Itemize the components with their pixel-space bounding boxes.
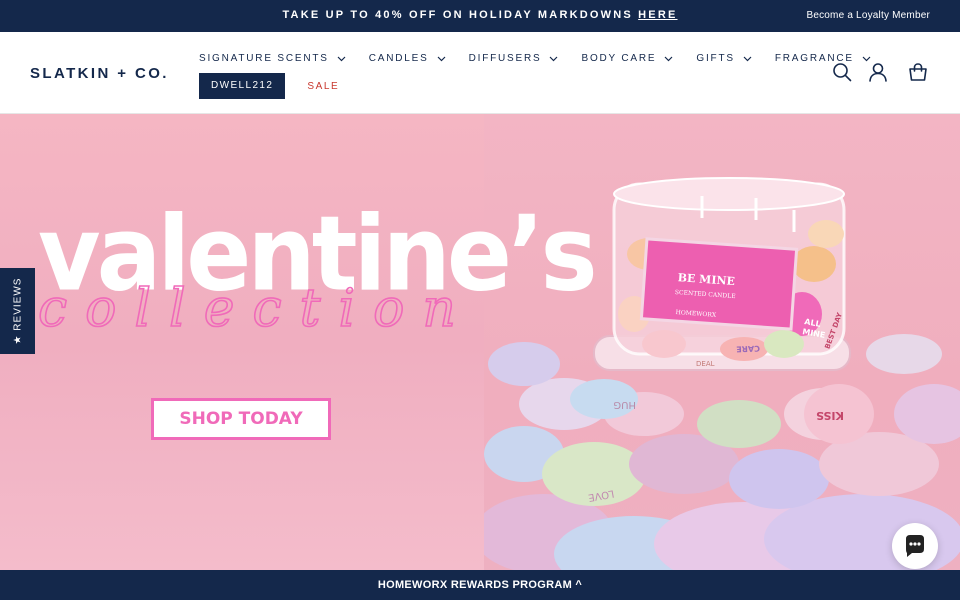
main-nav: SIGNATURE SCENTS CANDLES DIFFUSERS BODY …: [199, 53, 894, 64]
announcement-message: TAKE UP TO 40% OFF ON HOLIDAY MARKDOWNS: [282, 9, 639, 21]
account-icon[interactable]: [868, 62, 888, 82]
hero-script: collection: [37, 278, 474, 340]
chat-bubble-icon: [906, 535, 924, 557]
nav-candles[interactable]: CANDLES: [369, 53, 446, 64]
candle-on-hearts-image: HUG LOVE KISS BE MINE SCENTED CANDLE HOM…: [484, 177, 960, 570]
announcement-bar: TAKE UP TO 40% OFF ON HOLIDAY MARKDOWNS …: [0, 0, 960, 32]
nav-label: GIFTS: [696, 53, 735, 64]
loyalty-link[interactable]: Become a Loyalty Member: [806, 10, 930, 21]
rewards-bar[interactable]: HOMEWORX REWARDS PROGRAM ^: [0, 570, 960, 600]
hero-banner[interactable]: HUG LOVE KISS BE MINE SCENTED CANDLE HOM…: [0, 114, 960, 570]
hero-right-panel: HUG LOVE KISS BE MINE SCENTED CANDLE HOM…: [484, 114, 960, 570]
reviews-tab-label: ★ REVIEWS: [12, 277, 23, 345]
announcement-link[interactable]: HERE: [638, 9, 677, 21]
svg-text:HUG: HUG: [613, 399, 636, 410]
chevron-down-icon: [437, 56, 446, 61]
promo-code-button[interactable]: DWELL212: [199, 73, 286, 99]
nav-diffusers[interactable]: DIFFUSERS: [469, 53, 559, 64]
svg-text:CARE: CARE: [736, 344, 760, 354]
nav-sale[interactable]: SALE: [307, 81, 339, 92]
site-header: SLATKIN + CO. SIGNATURE SCENTS CANDLES D…: [0, 32, 960, 114]
svg-text:DEAL: DEAL: [696, 360, 715, 368]
nav-row-secondary: DWELL212 SALE: [199, 73, 339, 99]
nav-label: BODY CARE: [581, 53, 657, 64]
reviews-tab[interactable]: ★ REVIEWS: [0, 268, 35, 354]
nav-signature-scents[interactable]: SIGNATURE SCENTS: [199, 53, 346, 64]
chevron-down-icon: [862, 56, 871, 61]
svg-text:KISS: KISS: [816, 409, 844, 422]
nav-fragrance[interactable]: FRAGRANCE: [775, 53, 871, 64]
chevron-down-icon: [550, 56, 558, 61]
shop-today-button[interactable]: SHOP TODAY: [151, 398, 331, 440]
candle-jar: BE MINE SCENTED CANDLE HOMEWORX ALL MINE…: [593, 177, 851, 371]
chevron-down-icon: [664, 56, 673, 61]
logo[interactable]: SLATKIN + CO.: [30, 65, 169, 82]
chevron-down-icon: [337, 56, 346, 61]
nav-body-care[interactable]: BODY CARE: [581, 53, 673, 64]
hero-left-panel: [0, 114, 484, 570]
chevron-down-icon: [743, 56, 752, 61]
nav-label: CANDLES: [368, 53, 429, 64]
search-icon[interactable]: [832, 62, 852, 82]
nav-label: DIFFUSERS: [468, 53, 542, 64]
nav-label: SIGNATURE SCENTS: [199, 53, 329, 64]
cart-icon[interactable]: [908, 62, 928, 82]
nav-gifts[interactable]: GIFTS: [696, 53, 752, 64]
chat-button[interactable]: [892, 523, 938, 569]
